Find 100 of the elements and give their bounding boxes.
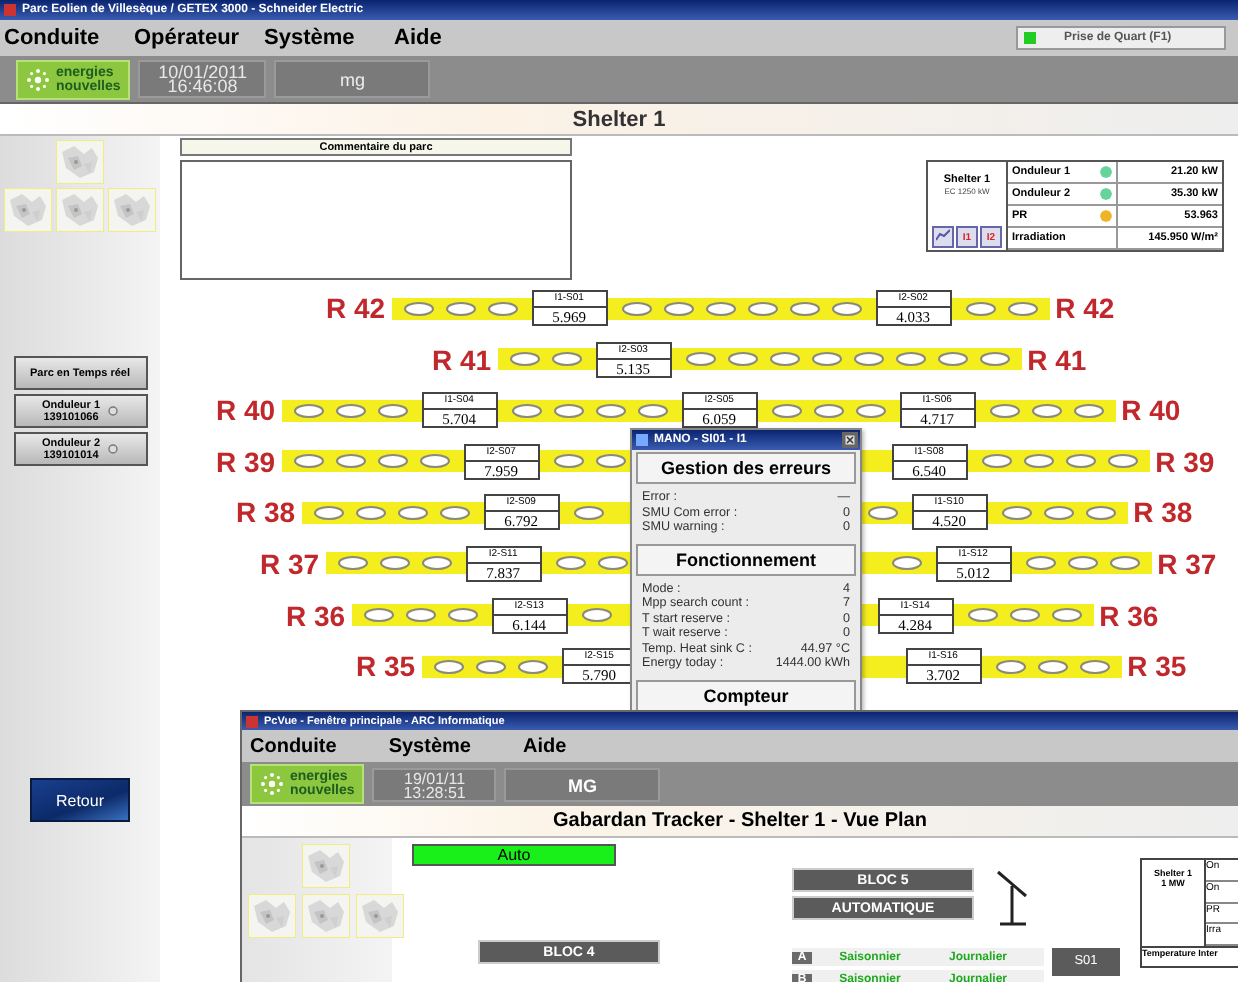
module-icon <box>377 403 408 418</box>
module-icon <box>1079 659 1110 674</box>
status-icon <box>108 406 119 416</box>
back-button[interactable]: Retour <box>30 778 130 822</box>
module-icon <box>895 352 926 367</box>
module-icon <box>747 301 778 315</box>
module-icon <box>403 301 434 315</box>
module-icon <box>1051 608 1082 623</box>
section-header: Compteur <box>636 679 856 710</box>
module-icon <box>981 454 1012 469</box>
module-icon <box>1009 608 1040 623</box>
module-icon <box>447 608 478 623</box>
module-icon <box>789 301 820 315</box>
module-icon <box>509 352 540 367</box>
menu-item[interactable]: Aide <box>394 26 524 50</box>
row-label: R 37 <box>258 547 322 580</box>
mode-indicator: Auto <box>412 844 616 866</box>
row-label: R 39 <box>1153 445 1217 478</box>
row-label: R 42 <box>324 292 388 324</box>
module-icon <box>979 352 1010 367</box>
module-icon <box>995 659 1026 674</box>
row-label: R 39 <box>214 445 278 478</box>
section-header: Gestion des erreurs <box>636 452 856 484</box>
module-icon <box>421 556 452 571</box>
section-header: Fonctionnement <box>636 543 856 575</box>
date-time: 19/01/11 13:28:51 <box>372 767 497 801</box>
module-icon <box>1043 505 1074 520</box>
module-icon <box>727 352 758 367</box>
module-icon <box>1085 505 1116 520</box>
menu-item[interactable]: Système <box>388 735 471 757</box>
chart-button[interactable] <box>932 226 954 248</box>
module-icon <box>769 352 800 367</box>
module-icon <box>1007 301 1038 315</box>
module-icon <box>595 454 626 469</box>
row-label: R 36 <box>284 599 348 632</box>
module-icon <box>811 352 842 367</box>
module-icon <box>867 505 898 520</box>
app-icon <box>4 4 16 16</box>
module-icon <box>553 454 584 469</box>
module-icon <box>433 659 464 674</box>
menu-item[interactable]: Système <box>264 26 394 50</box>
module-icon <box>831 301 862 315</box>
module-icon <box>1073 403 1104 418</box>
module-icon <box>377 454 408 469</box>
module-icon <box>853 352 884 367</box>
module-icon <box>487 301 518 315</box>
module-icon <box>379 556 410 571</box>
module-icon <box>313 505 344 520</box>
module-icon <box>621 301 652 315</box>
menu-item[interactable]: Conduite <box>4 26 134 50</box>
module-icon <box>1107 454 1138 469</box>
menu-item[interactable]: Aide <box>522 735 567 757</box>
module-icon <box>335 454 366 469</box>
row-label: R 40 <box>214 394 278 427</box>
module-icon <box>1067 556 1098 571</box>
menu-item[interactable]: Opérateur <box>134 26 264 50</box>
row-label: R 38 <box>1131 496 1195 529</box>
module-icon <box>663 301 694 315</box>
module-icon <box>595 403 626 418</box>
module-icon <box>419 454 450 469</box>
row-label: R 38 <box>234 496 298 529</box>
module-icon <box>1025 556 1056 571</box>
row-label: R 37 <box>1155 547 1219 580</box>
user-field: mg <box>274 60 431 98</box>
module-icon <box>1031 403 1062 418</box>
user-field: MG <box>504 767 661 801</box>
tracker-icon <box>994 868 1030 928</box>
module-icon <box>937 352 968 367</box>
module-icon <box>555 556 586 571</box>
module-icon <box>581 608 612 623</box>
date-time: 10/01/2011 16:46:08 <box>138 60 267 98</box>
module-icon <box>813 403 844 418</box>
module-icon <box>553 403 584 418</box>
module-icon <box>551 352 582 367</box>
row-label: R 36 <box>1097 599 1161 632</box>
module-icon <box>891 556 922 571</box>
module-icon <box>293 454 324 469</box>
row-label: R 41 <box>1025 343 1089 376</box>
view-title: Gabardan Tracker - Shelter 1 - Vue Plan <box>242 806 1238 838</box>
module-icon <box>771 403 802 418</box>
view-title: Shelter 1 <box>0 104 1238 136</box>
comment-field[interactable] <box>180 160 572 280</box>
module-icon <box>511 403 542 418</box>
app-icon <box>246 715 258 727</box>
window-icon <box>636 434 648 446</box>
module-icon <box>573 505 604 520</box>
module-icon <box>517 659 548 674</box>
menu-item[interactable]: Conduite <box>250 735 337 757</box>
chart-icon <box>936 228 950 242</box>
module-icon <box>363 608 394 623</box>
module-icon <box>1037 659 1068 674</box>
module-icon <box>335 403 366 418</box>
star-icon <box>26 67 50 91</box>
star-icon <box>260 772 284 796</box>
row-label: R 41 <box>430 343 494 376</box>
module-icon <box>597 556 628 571</box>
row-label: R 35 <box>354 650 418 683</box>
module-icon <box>965 301 996 315</box>
row-label: R 42 <box>1053 292 1117 324</box>
module-icon <box>475 659 506 674</box>
